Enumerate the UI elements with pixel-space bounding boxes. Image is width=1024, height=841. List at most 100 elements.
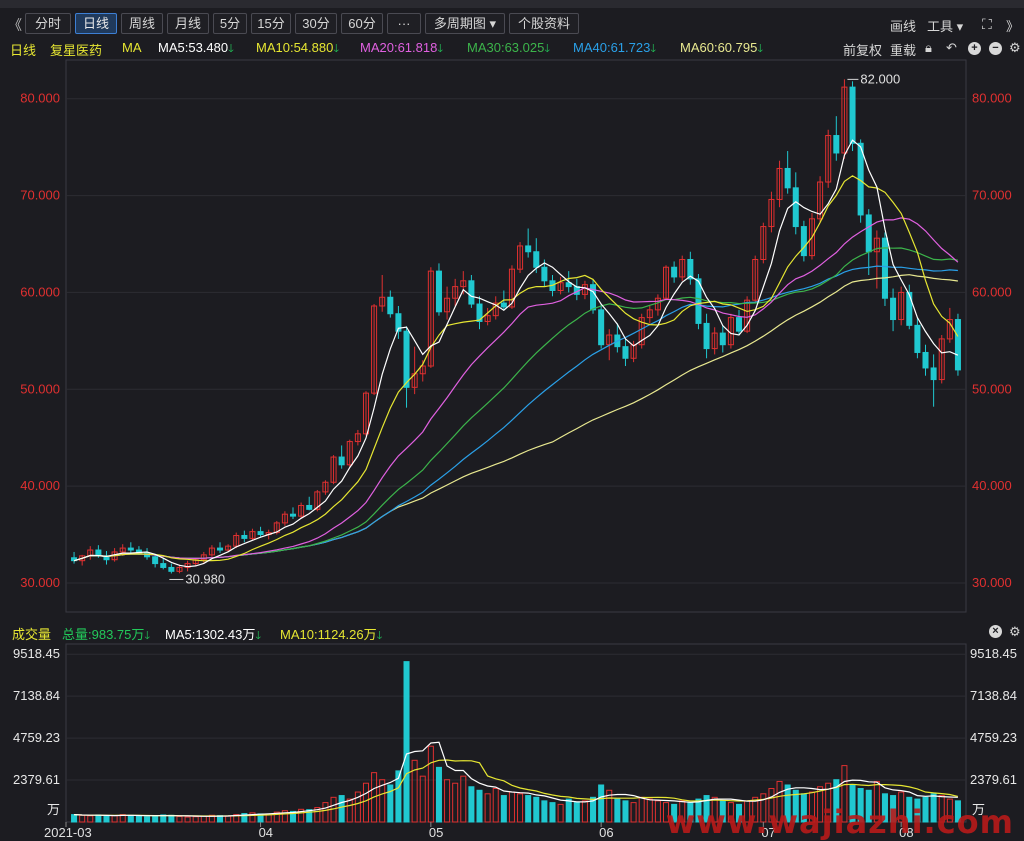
candle-body	[598, 309, 605, 346]
volume-bar	[590, 796, 597, 823]
volume-bar	[208, 814, 215, 823]
volume-bar	[435, 766, 442, 823]
volume-bar	[500, 795, 507, 823]
candle-body	[719, 332, 726, 346]
volume-bar	[79, 814, 86, 823]
candle-body	[622, 346, 629, 359]
volume-bar	[476, 789, 483, 823]
volume-bar	[614, 798, 621, 823]
volume-tick-label-right: 2379.61	[970, 772, 1017, 787]
volume-bar	[444, 779, 451, 823]
volume-bar	[281, 810, 288, 823]
volume-bar	[87, 815, 94, 823]
volume-bar	[103, 815, 110, 823]
volume-bar	[135, 815, 142, 823]
volume-plot-frame	[65, 643, 967, 823]
price-tick-label-left: 80.000	[20, 91, 60, 106]
candle-body	[289, 513, 297, 517]
volume-bar	[71, 814, 78, 823]
volume-bar	[654, 800, 661, 823]
volume-tick-label-left: 2379.61	[13, 772, 60, 787]
ma60-line	[73, 274, 958, 562]
down-arrow-icon: 🡓	[144, 630, 151, 642]
volume-bar	[176, 816, 183, 823]
volume-tick-label-right: 4759.23	[970, 730, 1017, 745]
volume-bar	[330, 796, 337, 823]
volume-bar	[581, 800, 588, 823]
volume-unit-left: 万	[47, 802, 60, 817]
candle-body	[533, 251, 540, 268]
settings-icon[interactable]: ⚙	[1009, 624, 1021, 640]
x-axis-label: 05	[429, 825, 443, 840]
volume-bar	[144, 816, 151, 823]
high-price-label: 82.000	[860, 71, 900, 86]
candle-body	[541, 266, 548, 282]
price-tick-label-right: 80.000	[972, 91, 1012, 106]
volume-bar	[192, 816, 199, 823]
candle-body	[217, 547, 224, 551]
volume-header: 成交量 总量:983.75万🡓 MA5:1302.43万🡓 MA10:1124.…	[0, 622, 1024, 642]
candle-body	[906, 291, 913, 326]
close-icon[interactable]: ×	[989, 625, 1002, 638]
x-axis-label: 2021-03	[44, 825, 92, 840]
volume-bar	[427, 745, 434, 823]
volume-bar	[638, 796, 645, 823]
volume-tick-label-left: 7138.84	[13, 688, 60, 703]
candle-body	[435, 270, 442, 313]
volume-bar	[460, 775, 467, 823]
volume-bar	[419, 775, 426, 823]
candle-body	[914, 324, 921, 353]
candle-body	[338, 456, 345, 466]
price-tick-label-left: 30.000	[20, 575, 60, 590]
volume-bar	[241, 813, 248, 823]
volume-bar	[371, 772, 378, 823]
ma10-line	[73, 175, 959, 562]
volume-bar	[573, 802, 580, 823]
volume-bar	[395, 770, 402, 823]
candle-body	[95, 549, 102, 557]
volume-bar	[127, 814, 134, 823]
volume-bar	[225, 815, 232, 823]
candle-body	[127, 547, 134, 551]
x-axis-label: 06	[599, 825, 613, 840]
volume-bar	[492, 788, 499, 823]
volume-bar	[484, 793, 491, 823]
volume-bar	[525, 795, 532, 823]
volume-bar	[289, 810, 297, 823]
volume-bar	[557, 803, 564, 823]
candle-body	[735, 317, 743, 332]
volume-bar	[152, 815, 159, 823]
volume-bar	[452, 782, 459, 823]
price-tick-label-left: 50.000	[20, 381, 60, 396]
volume-bar	[249, 812, 256, 823]
volume-bar	[541, 800, 548, 823]
volume-tick-label-left: 9518.45	[13, 646, 60, 661]
volume-bar	[119, 814, 126, 823]
price-tick-label-right: 60.000	[972, 284, 1012, 299]
price-tick-label-right: 70.000	[972, 188, 1012, 203]
candle-body	[930, 367, 937, 381]
volume-bar	[387, 784, 394, 823]
ma5-line	[73, 139, 959, 568]
price-chart[interactable]: 80.000 80.000 70.000 70.000 60.000 60.000 50.0…	[0, 0, 1024, 622]
candle-body	[257, 531, 264, 536]
price-tick-label-right: 40.000	[972, 478, 1012, 493]
volume-bar	[362, 782, 369, 823]
volume-bar	[233, 814, 240, 823]
volume-bar	[517, 793, 524, 823]
candle-body	[849, 86, 856, 144]
volume-bar	[468, 786, 475, 823]
volume-bar	[322, 802, 329, 823]
volume-bar	[379, 779, 386, 823]
volume-bar	[160, 814, 167, 823]
candle-body	[590, 284, 597, 311]
volume-bar	[273, 811, 280, 823]
volume-bar	[606, 789, 613, 823]
volume-bar	[549, 802, 556, 823]
watermark: www.wajiazhi.com	[665, 803, 1014, 841]
candle-body	[387, 296, 394, 315]
candle-body	[881, 237, 888, 299]
low-price-label: 30.980	[185, 571, 225, 586]
volume-bar	[411, 759, 418, 823]
candle-body	[890, 297, 897, 321]
